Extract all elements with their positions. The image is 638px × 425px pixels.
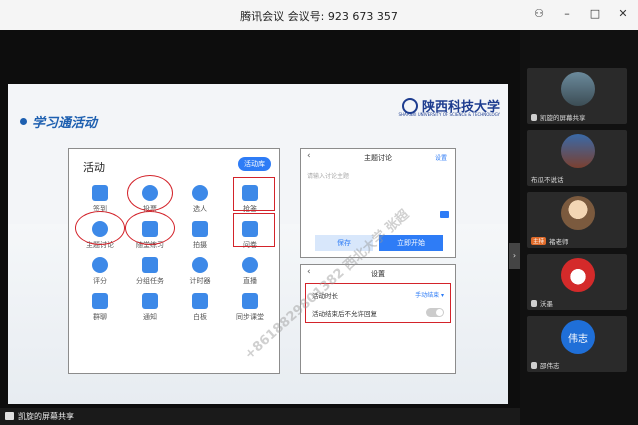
camera-icon[interactable] (440, 211, 449, 218)
discussion-input[interactable]: 请输入讨论主题 (307, 171, 349, 180)
participant-tile[interactable]: 主持 褚老师 (527, 192, 627, 248)
duration-select[interactable]: 手动结束 ▾ (415, 290, 444, 299)
avatar (561, 258, 595, 292)
activity-library-button[interactable]: 活动库 (238, 157, 271, 171)
star-icon (92, 257, 108, 273)
discussion-settings-link[interactable]: 设置 (435, 153, 447, 162)
activity-notice[interactable]: 通知 (125, 291, 175, 327)
screen-play-icon (242, 293, 258, 309)
participant-name: 凯旋的屏幕共享 (540, 114, 586, 122)
highlight-rect-quick-answer (233, 177, 275, 211)
activity-photo[interactable]: 拍摄 (175, 219, 225, 255)
participant-name: 邵伟志 (540, 362, 560, 370)
activity-title: 活动 (83, 161, 105, 174)
avatar (561, 196, 595, 230)
highlight-circle-discussion (75, 211, 125, 245)
title-bar: 腾讯会议 会议号: 923 673 357 ⚇ – □ ✕ (0, 0, 638, 30)
no-reply-label: 活动结束后不允许回复 (312, 310, 377, 318)
activity-timer[interactable]: 计时器 (175, 255, 225, 291)
activity-group-task[interactable]: 分组任务 (125, 255, 175, 291)
hand-icon (92, 185, 108, 201)
slide-title: 学习通活动 (32, 116, 98, 131)
whiteboard-icon (192, 293, 208, 309)
checkbox-icon (142, 257, 158, 273)
maximize-button[interactable]: □ (588, 6, 602, 22)
close-button[interactable]: ✕ (616, 6, 630, 22)
activity-whiteboard[interactable]: 白板 (175, 291, 225, 327)
play-icon (242, 257, 258, 273)
presentation-slide: 学习通活动 陕西科技大学 SHAANXI UNIVERSITY OF SCIEN… (8, 84, 508, 404)
highlight-circle-vote (127, 175, 173, 211)
school-name-en: SHAANXI UNIVERSITY OF SCIENCE & TECHNOLO… (398, 112, 500, 117)
collapse-panel-button[interactable]: › (509, 243, 520, 269)
list-icon (92, 293, 108, 309)
host-badge: 主持 (531, 237, 547, 245)
shared-screen-area: 学习通活动 陕西科技大学 SHAANXI UNIVERSITY OF SCIEN… (0, 30, 520, 408)
participant-tile[interactable]: 布瓜不说话 (527, 130, 627, 186)
highlight-circle-quiz (125, 211, 175, 245)
activity-live[interactable]: 直播 (225, 255, 275, 291)
megaphone-icon (142, 293, 158, 309)
avatar (561, 134, 595, 168)
discussion-title: 主题讨论 (364, 154, 392, 162)
pin-icon[interactable]: ⚇ (532, 6, 546, 22)
highlight-rect-survey (233, 213, 275, 247)
minimize-button[interactable]: – (560, 6, 574, 22)
participant-name: 褚老师 (549, 238, 569, 246)
activity-rating[interactable]: 评分 (75, 255, 125, 291)
clock-icon (192, 257, 208, 273)
share-label: 凯旋的屏幕共享 (18, 412, 74, 421)
participant-tile[interactable]: 沃墨 (527, 254, 627, 310)
mic-icon (531, 299, 537, 307)
participant-name: 沃墨 (540, 300, 553, 308)
participant-tile[interactable]: 伟志 邵伟志 (527, 316, 627, 372)
mic-icon (531, 113, 537, 121)
participant-tile[interactable]: 凯旋的屏幕共享 (527, 68, 627, 124)
camera-icon (192, 221, 208, 237)
bullet-dot-icon (20, 118, 27, 125)
participant-sidebar: 凯旋的屏幕共享 布瓜不说话 主持 褚老师 沃墨 伟志 邵伟志 (520, 30, 638, 425)
participant-name: 布瓜不说话 (531, 176, 564, 184)
avatar: 伟志 (561, 320, 595, 354)
avatar (561, 72, 595, 106)
person-icon (192, 185, 208, 201)
mic-icon (531, 361, 537, 369)
activity-pick[interactable]: 选人 (175, 183, 225, 219)
no-reply-toggle[interactable] (426, 308, 444, 317)
activity-group-chat[interactable]: 群聊 (75, 291, 125, 327)
screen-share-icon (5, 412, 14, 420)
bottom-share-bar: 凯旋的屏幕共享 (0, 408, 520, 425)
